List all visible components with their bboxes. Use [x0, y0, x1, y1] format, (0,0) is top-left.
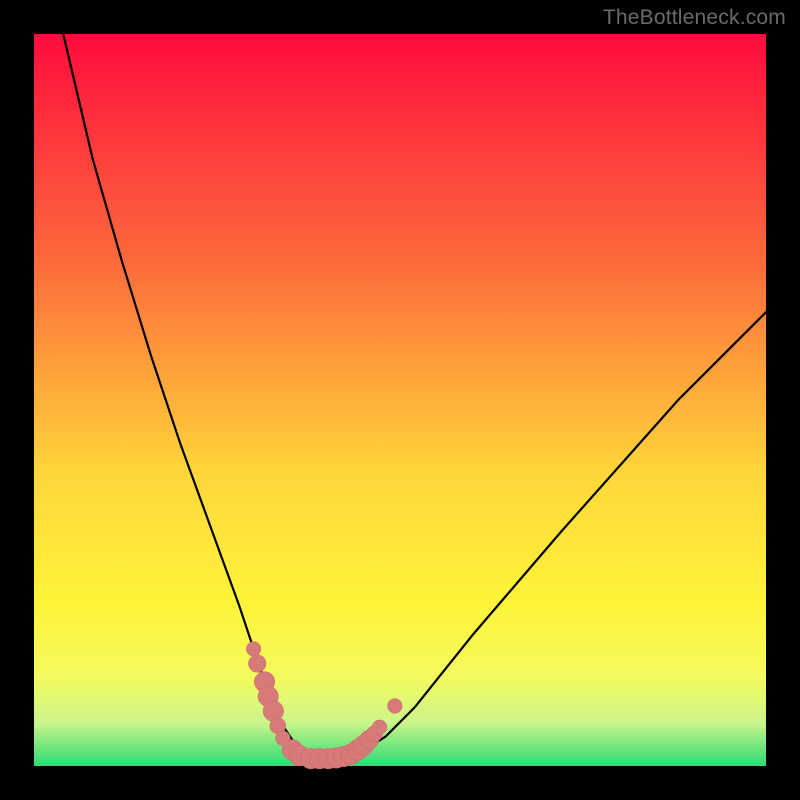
marker-dot [372, 720, 387, 735]
marker-dot [388, 699, 403, 714]
bottleneck-chart [0, 0, 800, 800]
marker-dot [246, 642, 261, 657]
plot-area [34, 34, 766, 766]
chart-stage: TheBottleneck.com [0, 0, 800, 800]
watermark-label: TheBottleneck.com [603, 6, 786, 30]
marker-dot [248, 655, 266, 673]
